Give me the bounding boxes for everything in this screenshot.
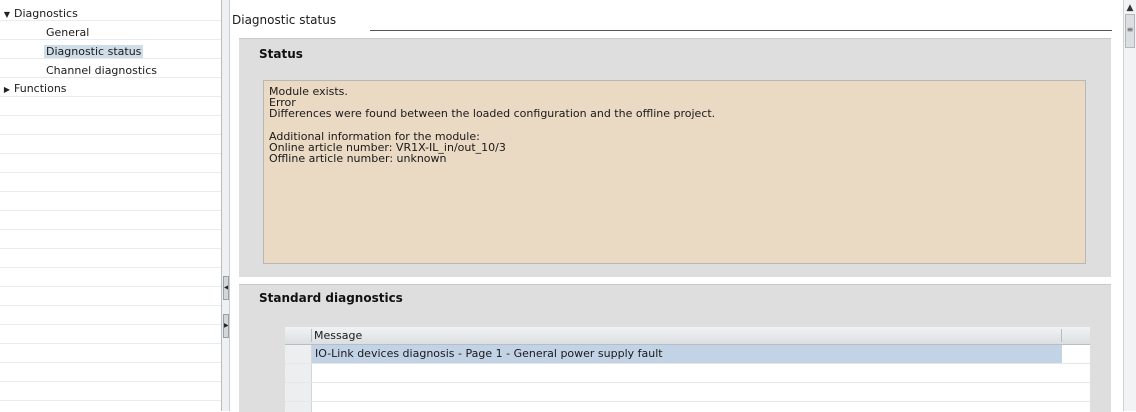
tree-item-diagnostic-status[interactable]: Diagnostic status xyxy=(44,43,144,61)
table-row[interactable]: IO-Link devices diagnosis - Page 1 - Gen… xyxy=(285,345,1090,364)
expand-right-icon[interactable]: ▶ xyxy=(223,314,229,338)
message-cell[interactable]: IO-Link devices diagnosis - Page 1 - Gen… xyxy=(312,345,1062,363)
tree-item-functions[interactable]: ▶ Functions xyxy=(0,80,67,98)
tree-item-label: Functions xyxy=(14,82,67,95)
vertical-scrollbar[interactable]: ▲ ≡ xyxy=(1123,0,1136,411)
expand-arrow-icon[interactable]: ▼ xyxy=(0,6,14,24)
collapse-arrow-icon[interactable]: ▶ xyxy=(0,81,14,99)
status-panel: Status Module exists. Error Differences … xyxy=(239,38,1111,277)
diagnostics-table: Message IO-Link devices diagnosis - Page… xyxy=(285,327,1090,412)
section-header: Diagnostic status xyxy=(232,13,1112,33)
column-separator[interactable] xyxy=(1061,329,1062,342)
column-header-message[interactable]: Message xyxy=(314,327,362,344)
status-title: Status xyxy=(259,47,303,61)
table-row[interactable] xyxy=(285,364,1090,383)
status-line: Offline article number: unknown xyxy=(269,152,447,165)
scroll-thumb[interactable]: ≡ xyxy=(1125,14,1135,48)
pane-splitter[interactable]: ◀ ▶ xyxy=(221,0,230,411)
section-title: Diagnostic status xyxy=(232,13,343,27)
tree-item-diagnostics[interactable]: ▼ Diagnostics xyxy=(0,5,78,23)
collapse-left-icon[interactable]: ◀ xyxy=(223,276,229,300)
table-row[interactable] xyxy=(285,383,1090,402)
tree-item-channel-diagnostics[interactable]: Channel diagnostics xyxy=(44,62,159,80)
scroll-up-icon[interactable]: ▲ xyxy=(1124,2,1136,14)
row-header[interactable] xyxy=(285,383,312,401)
tree-item-label: General xyxy=(46,26,90,39)
tree-item-label: Diagnostic status xyxy=(44,45,144,58)
grip-icon: ≡ xyxy=(1126,25,1134,34)
row-header[interactable] xyxy=(285,345,312,363)
tree-item-general[interactable]: General xyxy=(44,24,91,42)
row-header[interactable] xyxy=(285,364,312,382)
message-cell[interactable] xyxy=(312,364,1062,382)
standard-diagnostics-panel: Standard diagnostics Message IO-Link dev… xyxy=(239,284,1111,412)
main-content: Diagnostic status Status Module exists. … xyxy=(230,0,1123,412)
table-header: Message xyxy=(285,327,1090,345)
navigation-tree: ▼ Diagnostics General Diagnostic status C… xyxy=(0,0,221,411)
status-line: Module exists. xyxy=(269,85,348,98)
status-text-box: Module exists. Error Differences were fo… xyxy=(263,80,1086,264)
column-separator[interactable] xyxy=(311,329,312,342)
status-line: Differences were found between the loade… xyxy=(269,107,716,120)
tree-item-label: Channel diagnostics xyxy=(46,64,157,77)
section-divider xyxy=(370,30,1112,31)
standard-diagnostics-title: Standard diagnostics xyxy=(259,291,403,305)
tree-item-label: Diagnostics xyxy=(14,7,78,20)
message-cell[interactable] xyxy=(312,383,1062,401)
